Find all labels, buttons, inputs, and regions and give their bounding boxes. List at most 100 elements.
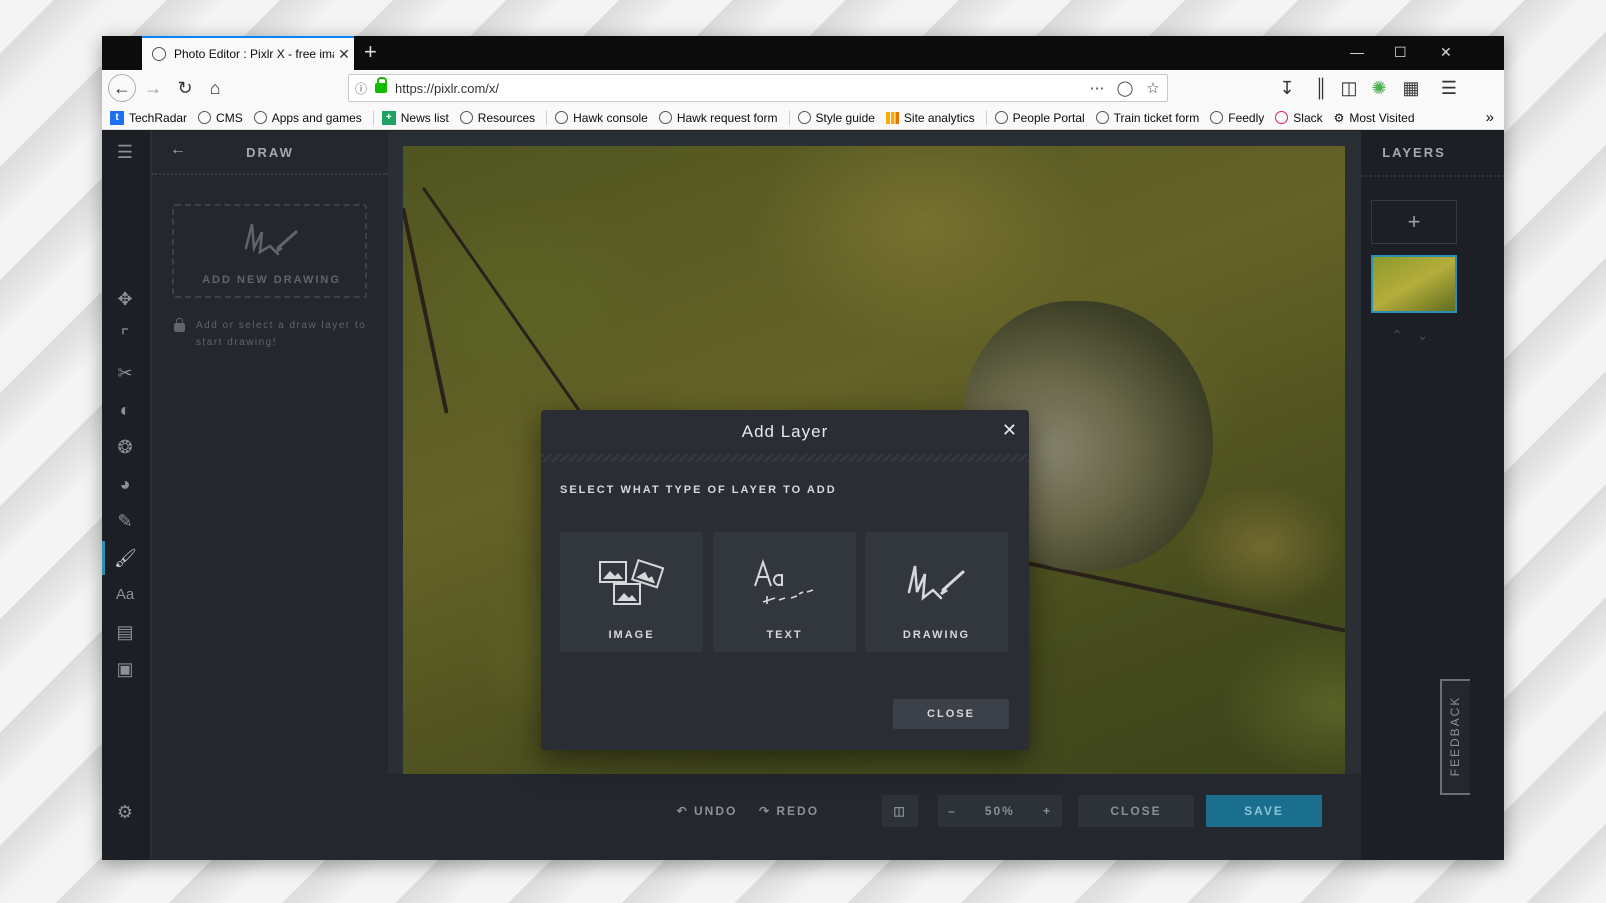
settings-icon[interactable]: ⚙ <box>114 801 136 823</box>
element-tool-icon[interactable]: ▤ <box>114 621 136 643</box>
sidebar-icon[interactable]: ◫ <box>1336 76 1362 100</box>
bookmark-label: Apps and games <box>271 110 362 125</box>
bookmark-item[interactable]: Hawk request form <box>658 110 778 125</box>
bookmark-label: News list <box>400 110 449 125</box>
bookmark-item[interactable]: Resources <box>459 110 536 125</box>
effect-tool-icon[interactable]: ◕ <box>114 473 136 495</box>
globe-icon <box>459 111 473 124</box>
minimize-button[interactable]: — <box>1350 44 1364 60</box>
window-close-button[interactable]: ✕ <box>1440 44 1452 61</box>
signature-brush-icon <box>244 223 298 256</box>
extension-icon[interactable]: ✺ <box>1366 76 1392 100</box>
toolbar-extension-icon[interactable]: ▦ <box>1398 76 1424 100</box>
redo-button[interactable]: ↷ REDO <box>754 795 824 827</box>
bookmark-item[interactable]: Site analytics <box>885 110 975 125</box>
draw-tool-icon[interactable]: 🖌 <box>114 547 137 569</box>
bookmark-item[interactable]: CMS <box>198 111 243 125</box>
drawing-layer-option[interactable]: DRAWING <box>865 532 1008 652</box>
zoom-in-button[interactable]: + <box>1043 795 1052 827</box>
active-tool-indicator <box>102 541 105 575</box>
bookmark-item[interactable]: Slack <box>1275 111 1323 125</box>
page-actions-icon[interactable]: ⋯ <box>1083 79 1111 97</box>
menu-icon[interactable]: ☰ <box>1436 76 1462 100</box>
maximize-button[interactable]: ☐ <box>1394 44 1407 61</box>
filter-tool-icon[interactable]: ❂ <box>114 436 136 458</box>
add-layer-button[interactable]: + <box>1371 200 1457 244</box>
text-type-icon <box>754 558 814 604</box>
hamburger-menu-icon[interactable]: ☰ <box>114 141 136 163</box>
globe-icon <box>1095 111 1109 124</box>
analytics-icon <box>885 111 899 124</box>
image-layer-option[interactable]: IMAGE <box>560 532 703 652</box>
browser-tab[interactable]: Photo Editor : Pixlr X - free ima ✕ <box>142 36 354 70</box>
bookmark-item[interactable]: Hawk console <box>546 110 648 125</box>
layers-title: LAYERS <box>1382 145 1446 160</box>
image-option-label: IMAGE <box>608 629 655 641</box>
site-info-icon[interactable]: ⓘ <box>349 80 373 97</box>
bookmarks-bar: t TechRadar CMS Apps and games + News list… <box>102 106 1504 130</box>
signature-brush-icon <box>907 565 965 601</box>
bookmark-label: TechRadar <box>129 110 188 125</box>
draw-panel: ← DRAW ADD NEW DRAWING Add or select a d… <box>152 131 388 860</box>
tab-title: Photo Editor : Pixlr X - free ima <box>174 47 334 61</box>
bookmark-item[interactable]: + News list <box>372 110 449 125</box>
dialog-close-button[interactable]: CLOSE <box>893 699 1009 729</box>
feedback-tab[interactable]: FEEDBACK <box>1440 679 1470 795</box>
globe-icon <box>994 111 1008 124</box>
bookmark-label: Style guide <box>815 110 875 125</box>
zoom-out-button[interactable]: – <box>948 795 957 827</box>
globe-icon <box>253 111 267 124</box>
bookmark-label: Feedly <box>1228 110 1265 125</box>
library-icon[interactable]: ║ <box>1308 76 1334 100</box>
bookmark-item[interactable]: t TechRadar <box>110 110 188 125</box>
home-button[interactable]: ⌂ <box>202 76 228 100</box>
layers-panel: LAYERS + ⌃⌄ <box>1361 131 1504 860</box>
save-button[interactable]: SAVE <box>1206 795 1322 827</box>
bookmark-item[interactable]: Style guide <box>788 110 875 125</box>
bookmark-item[interactable]: Feedly <box>1210 111 1264 125</box>
reload-button[interactable]: ↻ <box>172 76 198 100</box>
add-new-drawing-button[interactable]: ADD NEW DRAWING <box>172 204 367 298</box>
bookmark-label: Site analytics <box>903 110 975 125</box>
bookmark-label: Most Visited <box>1349 110 1415 125</box>
downloads-icon[interactable]: ↧ <box>1274 76 1300 100</box>
browser-window: Photo Editor : Pixlr X - free ima ✕ + — … <box>102 36 1504 860</box>
bookmark-item[interactable]: ⚙ Most Visited <box>1334 111 1415 125</box>
pocket-icon[interactable]: ◯ <box>1111 79 1139 97</box>
text-layer-option[interactable]: TEXT <box>713 532 856 652</box>
fit-view-button[interactable]: ◫ <box>882 795 918 827</box>
close-editor-button[interactable]: CLOSE <box>1078 795 1194 827</box>
bookmark-item[interactable]: Apps and games <box>253 110 362 125</box>
address-bar[interactable]: ⓘ https://pixlr.com/x/ ⋯ ◯ ☆ <box>348 74 1168 102</box>
back-button[interactable]: ← <box>108 74 136 102</box>
slack-icon <box>1275 111 1289 124</box>
tab-close-icon[interactable]: ✕ <box>334 46 354 63</box>
layer-thumbnail[interactable] <box>1371 255 1457 313</box>
crop-tool-icon[interactable]: ⌜ <box>114 325 136 347</box>
move-tool-icon[interactable]: ✥ <box>114 288 136 310</box>
bookmark-label: Hawk request form <box>676 110 778 125</box>
bookmark-star-icon[interactable]: ☆ <box>1139 79 1167 97</box>
add-layer-dialog: Add Layer ✕ SELECT WHAT TYPE OF LAYER TO… <box>541 410 1029 750</box>
drawing-option-label: DRAWING <box>902 629 971 641</box>
undo-button[interactable]: ↶ UNDO <box>672 795 742 827</box>
liquify-tool-icon[interactable]: ✎ <box>114 510 136 532</box>
new-tab-button[interactable]: + <box>364 40 377 64</box>
bookmark-label: Train ticket form <box>1113 110 1200 125</box>
add-image-tool-icon[interactable]: ▣ <box>114 658 136 680</box>
layer-order-arrows-icon[interactable]: ⌃⌄ <box>1391 327 1442 344</box>
bookmark-label: Resources <box>477 110 536 125</box>
forward-button[interactable]: → <box>140 76 166 100</box>
bookmark-item[interactable]: Train ticket form <box>1095 110 1200 125</box>
bookmark-item[interactable]: People Portal <box>985 110 1085 125</box>
cutout-tool-icon[interactable]: ✂ <box>114 362 136 384</box>
adjust-tool-icon[interactable]: ◐ <box>114 399 136 421</box>
fit-view-icon: ◫ <box>893 804 907 818</box>
gear-icon: ⚙ <box>1333 110 1345 125</box>
dialog-title: Add Layer <box>741 422 829 441</box>
text-tool-icon[interactable]: Aa <box>114 584 136 606</box>
url-text[interactable]: https://pixlr.com/x/ <box>395 81 1083 96</box>
dialog-divider <box>541 454 1029 462</box>
bookmarks-overflow-icon[interactable]: » <box>1486 109 1494 126</box>
dialog-close-icon[interactable]: ✕ <box>1002 420 1017 441</box>
